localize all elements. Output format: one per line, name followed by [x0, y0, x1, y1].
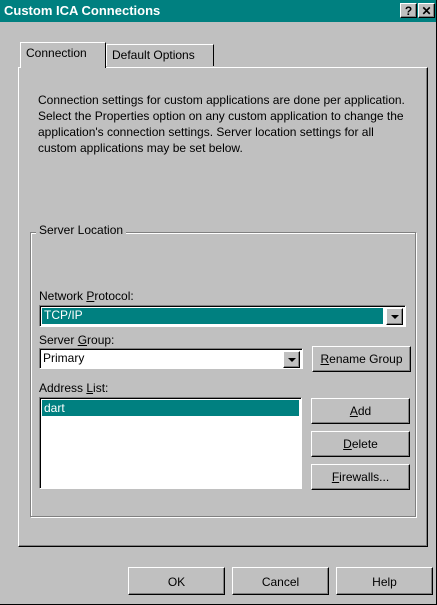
- tab-connection-label: Connection: [26, 46, 87, 60]
- title-bar[interactable]: Custom ICA Connections ? ✕: [0, 0, 436, 22]
- tab-default-options[interactable]: Default Options: [106, 44, 214, 66]
- server-group-label-pre: Server: [39, 333, 78, 347]
- server-group-label-post: roup:: [87, 333, 115, 347]
- delete-mnemonic: D: [343, 437, 352, 451]
- help-icon[interactable]: ?: [400, 3, 417, 18]
- network-protocol-label: Network Protocol:: [39, 289, 134, 303]
- cancel-button[interactable]: Cancel: [232, 567, 329, 595]
- chevron-down-icon[interactable]: [386, 308, 403, 325]
- dialog-window: Custom ICA Connections ? ✕ Connection De…: [0, 0, 437, 605]
- network-protocol-value: TCP/IP: [42, 308, 383, 324]
- firewalls-button[interactable]: Firewalls...: [311, 464, 410, 490]
- add-mnemonic: A: [349, 404, 358, 418]
- rename-group-button[interactable]: Rename Group: [312, 346, 411, 372]
- rename-group-label: ename Group: [329, 352, 403, 366]
- add-button[interactable]: Add: [311, 398, 410, 424]
- description-text: Connection settings for custom applicati…: [38, 93, 405, 155]
- address-list-label: Address List:: [39, 381, 108, 395]
- window-title: Custom ICA Connections: [4, 3, 161, 18]
- address-list-label-pre: Address: [39, 381, 87, 395]
- add-label: dd: [357, 404, 372, 418]
- firewalls-label: irewalls...: [339, 470, 390, 484]
- address-list[interactable]: dart: [39, 397, 302, 489]
- tab-default-options-label: Default Options: [112, 48, 195, 62]
- server-group-select[interactable]: Primary: [39, 348, 303, 369]
- server-group-label: Server Group:: [39, 333, 114, 347]
- delete-button[interactable]: Delete: [311, 431, 410, 457]
- chevron-down-icon[interactable]: [283, 351, 300, 368]
- server-group-value: Primary: [43, 351, 85, 365]
- address-list-label-post: ist:: [93, 381, 109, 395]
- server-location-label: Server Location: [36, 223, 127, 237]
- ok-button[interactable]: OK: [128, 567, 225, 595]
- delete-label: elete: [351, 437, 378, 451]
- tab-connection[interactable]: Connection: [20, 42, 106, 68]
- rename-group-mnemonic: R: [320, 352, 330, 366]
- help-button[interactable]: Help: [336, 567, 433, 595]
- network-protocol-label-post: rotocol:: [94, 289, 134, 303]
- network-protocol-select[interactable]: TCP/IP: [39, 305, 406, 327]
- list-item[interactable]: dart: [42, 400, 299, 416]
- server-group-label-mnemonic: G: [77, 333, 88, 347]
- network-protocol-label-pre: Network: [39, 289, 87, 303]
- close-icon[interactable]: ✕: [418, 3, 435, 18]
